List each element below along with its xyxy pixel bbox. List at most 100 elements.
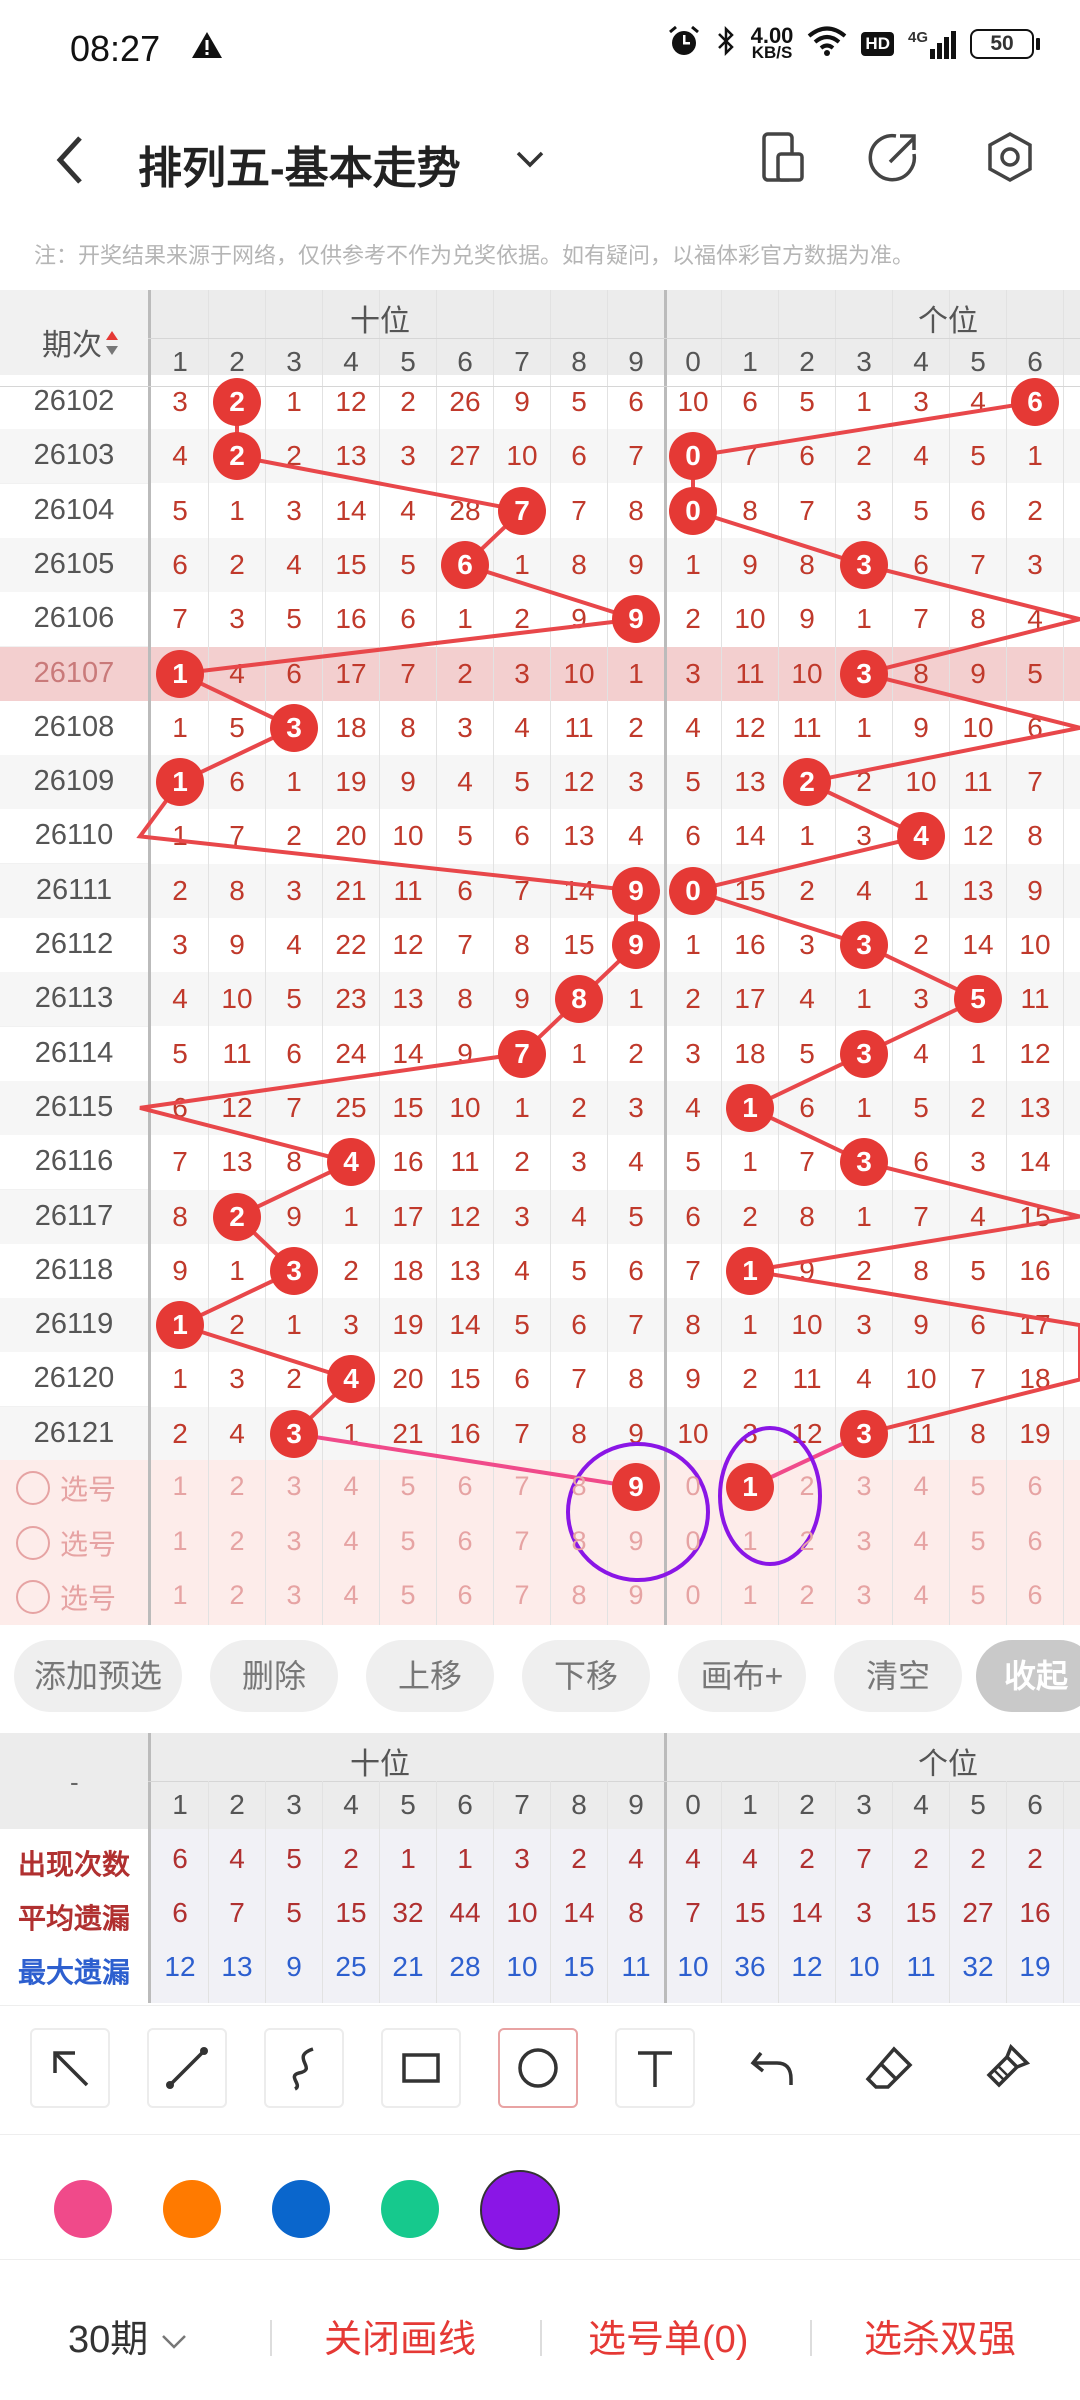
clear-button[interactable]: 清空 — [834, 1640, 962, 1712]
pick-number[interactable]: 6 — [437, 1526, 493, 1557]
pick-number[interactable]: 3 — [836, 1526, 892, 1557]
stats-cell: 6 — [172, 1897, 188, 1928]
color-swatch-green[interactable] — [381, 2180, 439, 2238]
trend-chart[interactable]: 期次 十位 个位 1 2 3 4 5 6 7 8 9 0 1 2 3 4 5 6 26102 3 1 12 2 26 9 5 6 10 6… — [0, 290, 1080, 1625]
pick-label-text: 选号 — [60, 1528, 117, 1560]
stats-dash: - — [70, 1767, 79, 1797]
pick-number[interactable]: 4 — [893, 1471, 949, 1502]
pick-number[interactable]: 3 — [266, 1580, 322, 1611]
pick-number[interactable]: 4 — [323, 1471, 379, 1502]
stats-cell: 10 — [506, 1897, 538, 1928]
color-swatch-blue[interactable] — [272, 2180, 330, 2238]
pick-number[interactable]: 9 — [608, 1580, 664, 1611]
stats-cell: 7 — [856, 1843, 872, 1874]
collapse-button[interactable]: 收起 — [976, 1640, 1080, 1712]
eraser-icon[interactable] — [849, 2028, 929, 2108]
pick-row-label[interactable]: 选号 — [16, 1468, 116, 1508]
rectangle-tool-icon[interactable] — [381, 2028, 461, 2108]
pick-number[interactable]: 2 — [209, 1580, 265, 1611]
pick-number[interactable]: 4 — [323, 1526, 379, 1557]
pick-number[interactable]: 0 — [665, 1526, 721, 1557]
pick-number[interactable]: 2 — [209, 1526, 265, 1557]
pick-number[interactable]: 2 — [779, 1471, 835, 1502]
move-up-button[interactable]: 上移 — [366, 1640, 494, 1712]
pick-number[interactable]: 7 — [494, 1471, 550, 1502]
canvas-plus-button[interactable]: 画布+ — [678, 1640, 806, 1712]
pick-number[interactable]: 9 — [608, 1526, 664, 1557]
clear-canvas-icon[interactable] — [966, 2028, 1046, 2108]
color-swatch-orange[interactable] — [163, 2180, 221, 2238]
line-tool-icon[interactable] — [147, 2028, 227, 2108]
units-hit-ball: 3 — [840, 649, 888, 698]
stats-cell: 4 — [229, 1843, 245, 1874]
arrow-tool-icon[interactable] — [30, 2028, 110, 2108]
pick-number[interactable]: 6 — [1007, 1580, 1063, 1611]
pick-number[interactable]: 8 — [551, 1580, 607, 1611]
pick-number[interactable]: 1 — [152, 1471, 208, 1502]
pick-label-text: 选号 — [60, 1583, 117, 1614]
circle-tool-icon[interactable] — [498, 2028, 578, 2108]
color-swatch-pink[interactable] — [54, 2180, 112, 2238]
text-tool-icon[interactable] — [615, 2028, 695, 2108]
pick-number[interactable]: 0 — [665, 1471, 721, 1502]
pick-number[interactable]: 6 — [1007, 1471, 1063, 1502]
stats-cell: 32 — [962, 1951, 994, 1982]
pick-number[interactable]: 4 — [323, 1580, 379, 1611]
pick-number[interactable]: 6 — [437, 1471, 493, 1502]
share-icon[interactable] — [868, 130, 920, 191]
pick-number[interactable]: 7 — [494, 1580, 550, 1611]
pick-number[interactable]: 3 — [266, 1526, 322, 1557]
pick-number[interactable]: 0 — [665, 1580, 721, 1611]
pick-selected-ball[interactable]: 1 — [726, 1463, 774, 1511]
pick-number[interactable]: 3 — [266, 1471, 322, 1502]
hd-icon: HD — [861, 31, 894, 56]
pick-number[interactable]: 5 — [950, 1580, 1006, 1611]
pick-selected-ball[interactable]: 9 — [612, 1463, 660, 1511]
pick-row-label[interactable]: 选号 — [16, 1577, 116, 1617]
stats-cell: 15 — [905, 1897, 937, 1928]
period-select[interactable]: 30期 — [68, 2308, 189, 2363]
pick-number[interactable]: 1 — [722, 1526, 778, 1557]
pick-number[interactable]: 3 — [836, 1580, 892, 1611]
pick-number[interactable]: 2 — [779, 1526, 835, 1557]
pick-number[interactable]: 1 — [722, 1580, 778, 1611]
pick-number[interactable]: 4 — [893, 1580, 949, 1611]
pick-number[interactable]: 5 — [950, 1471, 1006, 1502]
pick-number[interactable]: 8 — [551, 1526, 607, 1557]
pick-number[interactable]: 5 — [950, 1526, 1006, 1557]
stats-cell: 15 — [335, 1897, 367, 1928]
kill-strong-button[interactable]: 选杀双强 — [864, 2308, 1016, 2363]
pick-number[interactable]: 3 — [836, 1471, 892, 1502]
pick-number[interactable]: 6 — [1007, 1526, 1063, 1557]
move-down-button[interactable]: 下移 — [522, 1640, 650, 1712]
device-switch-icon[interactable] — [758, 130, 808, 191]
chevron-down-icon[interactable] — [512, 144, 548, 179]
close-draw-button[interactable]: 关闭画线 — [324, 2308, 476, 2363]
pick-number[interactable]: 1 — [152, 1526, 208, 1557]
pick-number[interactable]: 5 — [380, 1471, 436, 1502]
period-select-label: 30期 — [68, 2319, 149, 2361]
radio-icon[interactable] — [16, 1471, 50, 1505]
curve-tool-icon[interactable] — [264, 2028, 344, 2108]
add-preselect-button[interactable]: 添加预选 — [14, 1640, 182, 1712]
pick-number[interactable]: 6 — [437, 1580, 493, 1611]
pick-number[interactable]: 2 — [209, 1471, 265, 1502]
pick-number[interactable]: 1 — [152, 1580, 208, 1611]
pick-row-label[interactable]: 选号 — [16, 1523, 116, 1563]
back-icon[interactable] — [50, 130, 90, 195]
stats-cell: 2 — [799, 1843, 815, 1874]
color-swatch-purple[interactable] — [480, 2170, 560, 2250]
delete-button[interactable]: 删除 — [210, 1640, 338, 1712]
undo-icon[interactable] — [732, 2028, 812, 2108]
settings-icon[interactable] — [984, 130, 1036, 191]
radio-icon[interactable] — [16, 1525, 50, 1560]
radio-icon[interactable] — [16, 1580, 50, 1614]
pick-number[interactable]: 5 — [380, 1526, 436, 1557]
pick-number[interactable]: 5 — [380, 1580, 436, 1611]
pick-number[interactable]: 8 — [551, 1471, 607, 1502]
pick-number[interactable]: 2 — [779, 1580, 835, 1611]
pick-list-button[interactable]: 选号单(0) — [588, 2308, 748, 2363]
pick-number[interactable]: 4 — [893, 1526, 949, 1557]
stats-row-label: 出现次数 — [17, 1849, 130, 1880]
pick-number[interactable]: 7 — [494, 1526, 550, 1557]
